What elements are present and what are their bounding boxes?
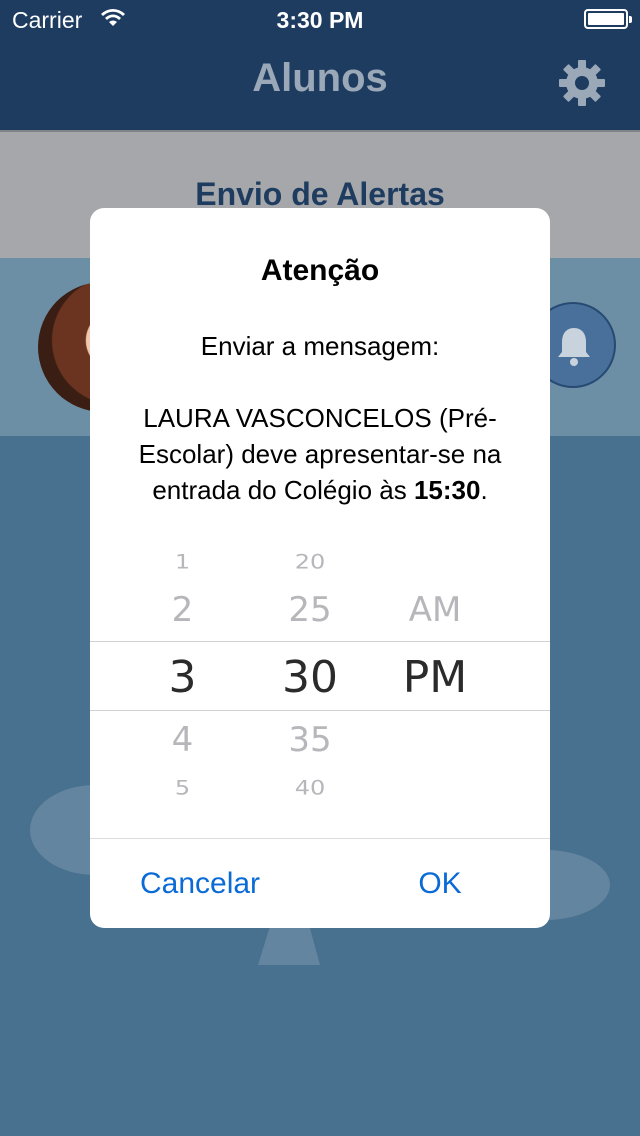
hour-option[interactable]: 2 — [145, 590, 220, 630]
hour-selected[interactable]: 3 — [145, 652, 220, 703]
period-option[interactable]: AM — [385, 590, 485, 630]
hour-option[interactable]: 5 — [145, 777, 220, 799]
alert-actions: Cancelar OK — [90, 838, 550, 928]
hour-option[interactable]: 1 — [145, 551, 220, 573]
ok-button[interactable]: OK — [330, 839, 550, 928]
time-picker[interactable]: 1 2 3 4 5 20 25 30 35 40 AM PM — [90, 538, 550, 808]
period-selected[interactable]: PM — [385, 652, 485, 703]
alert-title: Atenção — [260, 254, 380, 287]
minute-option[interactable]: 25 — [270, 590, 350, 630]
alert-message-body: LAURA VASCONCELOS (Pré-Escolar) deve apr… — [138, 403, 502, 505]
picker-selection-top — [90, 641, 550, 642]
minute-selected[interactable]: 30 — [265, 652, 355, 703]
minute-option[interactable]: 35 — [270, 720, 350, 760]
minute-option[interactable]: 40 — [270, 777, 350, 799]
alert-message: Enviar a mensagem: LAURA VASCONCELOS (Pr… — [120, 328, 520, 508]
cancel-button[interactable]: Cancelar — [90, 839, 310, 928]
picker-selection-bottom — [90, 710, 550, 711]
alert-message-time: 15:30 — [413, 475, 481, 505]
alert-dialog: Atenção Enviar a mensagem: LAURA VASCONC… — [90, 208, 550, 928]
minute-option[interactable]: 20 — [270, 551, 350, 573]
alert-message-intro: Enviar a mensagem: — [200, 331, 440, 361]
hour-option[interactable]: 4 — [145, 720, 220, 760]
